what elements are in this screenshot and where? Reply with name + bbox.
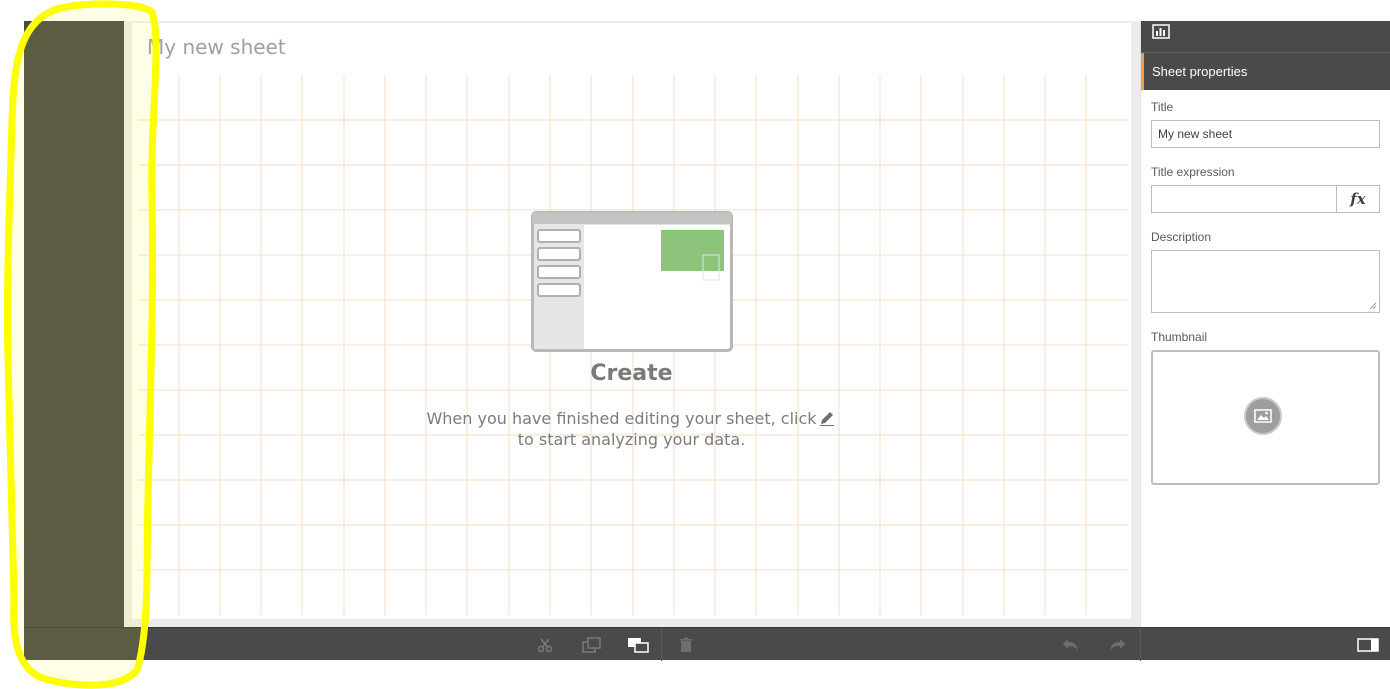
chart-icon[interactable] <box>1152 24 1170 40</box>
toggle-panel-icon[interactable] <box>1348 628 1388 661</box>
fx-button[interactable]: fx <box>1336 185 1380 213</box>
undo-icon[interactable] <box>1051 628 1091 661</box>
empty-state-description-end: to start analyzing your data. <box>517 430 746 449</box>
resize-grip-icon[interactable] <box>1369 302 1377 310</box>
sheet-properties-header[interactable]: Sheet properties <box>1141 53 1390 90</box>
properties-panel: Sheet properties Title My new sheet Titl… <box>1140 21 1390 627</box>
sheet-canvas-area: My new sheet Create When you have finish… <box>124 21 1140 627</box>
empty-state-description-start: When you have finished editing your shee… <box>426 409 817 428</box>
create-sheet-illustration <box>530 211 733 352</box>
sheet-canvas[interactable]: My new sheet Create When you have finish… <box>132 23 1131 619</box>
image-icon <box>1244 397 1282 435</box>
paste-icon[interactable] <box>618 628 658 661</box>
toolbar-separator <box>661 628 662 661</box>
description-label: Description <box>1151 230 1212 244</box>
toolbar-separator <box>1140 628 1141 661</box>
copy-icon[interactable] <box>572 628 612 661</box>
sheet-properties-form: Title My new sheet Title expression fx D… <box>1141 100 1390 485</box>
sheet-title[interactable]: My new sheet <box>147 35 286 59</box>
pencil-icon <box>819 412 834 426</box>
empty-state-title: Create <box>590 361 673 386</box>
cut-icon[interactable] <box>525 628 565 661</box>
bottom-toolbar <box>24 627 1390 661</box>
title-expression-label: Title expression <box>1151 165 1235 179</box>
delete-icon[interactable] <box>666 628 706 661</box>
description-textarea[interactable] <box>1151 250 1380 313</box>
assets-panel <box>24 21 124 627</box>
title-expression-row: fx <box>1151 185 1380 213</box>
thumbnail-label: Thumbnail <box>1151 330 1208 344</box>
title-label: Title <box>1151 100 1174 114</box>
properties-panel-topbar <box>1141 21 1390 53</box>
thumbnail-picker[interactable] <box>1151 350 1380 485</box>
app-root: My new sheet Create When you have finish… <box>0 0 1390 689</box>
redo-icon[interactable] <box>1097 628 1137 661</box>
empty-state: Create When you have finished editing yo… <box>132 211 1131 450</box>
title-input[interactable]: My new sheet <box>1151 120 1380 148</box>
title-expression-input[interactable] <box>1151 185 1336 213</box>
empty-state-description: When you have finished editing your shee… <box>422 408 842 450</box>
